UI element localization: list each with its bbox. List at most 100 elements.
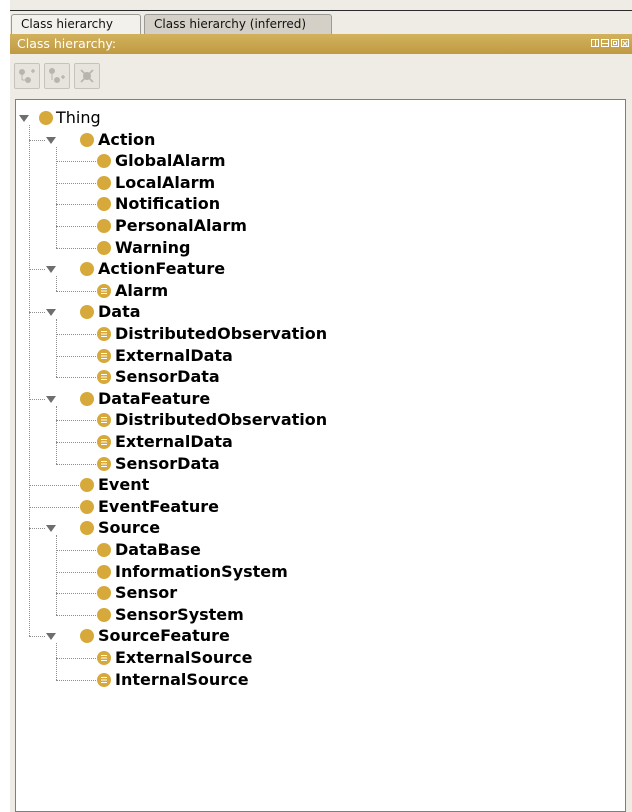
class-icon <box>39 111 53 125</box>
class-icon <box>80 391 94 406</box>
tree-node-sensordata[interactable]: SensorData <box>16 367 616 387</box>
class-label: SensorData <box>115 453 220 473</box>
class-label: SensorSystem <box>115 604 244 624</box>
tree-node-externaldata[interactable]: ExternalData <box>16 346 616 366</box>
class-icon <box>80 132 94 147</box>
defined-class-icon <box>97 456 111 471</box>
expand-toggle-icon[interactable] <box>46 395 56 403</box>
class-label: PersonalAlarm <box>115 216 247 235</box>
tree-node-root[interactable]: Thing <box>16 108 616 128</box>
panel-title-bar: Class hierarchy: <box>10 34 632 54</box>
maximize-icon[interactable] <box>611 39 619 47</box>
class-icon <box>97 543 111 557</box>
defined-class-icon <box>97 327 111 341</box>
tab-class-hierarchy[interactable]: Class hierarchy <box>11 14 141 34</box>
add-subclass-button[interactable] <box>14 63 40 89</box>
class-label: InformationSystem <box>115 561 288 581</box>
tree-node-distributedobservation[interactable]: DistributedObservation <box>16 324 616 344</box>
defined-class-icon <box>97 370 111 385</box>
delete-class-button[interactable] <box>74 63 100 89</box>
class-label: SourceFeature <box>98 626 230 646</box>
tree-node-localalarm[interactable]: LocalAlarm <box>16 173 616 193</box>
class-icon <box>97 607 111 622</box>
delete-class-icon <box>80 69 94 83</box>
class-label: DistributedObservation <box>115 410 328 430</box>
class-label: ExternalData <box>115 432 233 451</box>
tree-node-datafeature[interactable]: DataFeature <box>16 389 616 409</box>
tree-node-warning[interactable]: Warning <box>16 238 616 258</box>
add-sibling-button[interactable] <box>44 63 70 89</box>
tree-node-externaldata[interactable]: ExternalData <box>16 432 616 452</box>
tree-node-source[interactable]: Source <box>16 518 616 538</box>
class-label: Event <box>98 475 150 495</box>
tree-node-alarm[interactable]: Alarm <box>16 281 616 301</box>
expand-toggle-icon[interactable] <box>19 115 29 122</box>
split-icon[interactable] <box>591 39 599 47</box>
class-label: InternalSource <box>115 669 249 689</box>
tree-connector <box>56 643 57 680</box>
class-label: DataFeature <box>98 388 211 408</box>
class-icon <box>97 219 111 233</box>
tree-node-database[interactable]: DataBase <box>16 540 616 560</box>
tree-connector <box>56 319 57 378</box>
class-icon <box>80 521 94 536</box>
class-label: Source <box>98 518 161 538</box>
tree-node-personalalarm[interactable]: PersonalAlarm <box>16 216 616 236</box>
class-icon <box>80 499 94 514</box>
expand-toggle-icon[interactable] <box>46 633 56 641</box>
tree-node-sensorsystem[interactable]: SensorSystem <box>16 605 616 625</box>
tree-connector <box>29 125 30 637</box>
defined-class-icon <box>97 435 111 449</box>
defined-class-icon <box>97 413 111 428</box>
add-subclass-icon <box>19 69 35 83</box>
class-icon <box>97 154 111 169</box>
tree-node-sourcefeature[interactable]: SourceFeature <box>16 626 616 646</box>
expand-toggle-icon[interactable] <box>46 136 56 144</box>
class-label: Alarm <box>115 280 169 300</box>
close-icon[interactable] <box>621 39 629 47</box>
window-buttons <box>591 39 629 47</box>
class-label: Sensor <box>115 583 178 603</box>
class-label: SensorData <box>115 367 220 387</box>
tree-node-internalsource[interactable]: InternalSource <box>16 670 616 690</box>
class-label: LocalAlarm <box>115 172 216 192</box>
tree-node-sensordata[interactable]: SensorData <box>16 454 616 474</box>
tree-node-distributedobservation[interactable]: DistributedObservation <box>16 410 616 430</box>
tree-node-informationsystem[interactable]: InformationSystem <box>16 562 616 582</box>
expand-toggle-icon[interactable] <box>46 309 56 317</box>
class-icon <box>80 629 94 644</box>
class-label: Data <box>98 302 141 322</box>
class-icon <box>80 305 94 320</box>
tree-connector <box>56 146 57 248</box>
tree-node-eventfeature[interactable]: EventFeature <box>16 497 616 517</box>
class-label: DataBase <box>115 540 201 559</box>
class-label: ActionFeature <box>98 259 226 279</box>
class-icon <box>97 197 111 212</box>
tree-node-event[interactable]: Event <box>16 475 616 495</box>
tree-node-notification[interactable]: Notification <box>16 194 616 214</box>
tree-node-globalalarm[interactable]: GlobalAlarm <box>16 151 616 171</box>
class-tree[interactable]: Thing Action GlobalAlarm LocalAlarm Notifica… <box>15 99 626 812</box>
defined-class-icon <box>97 651 111 665</box>
class-icon <box>97 564 111 579</box>
tree-node-actionfeature[interactable]: ActionFeature <box>16 259 616 279</box>
tree-node-action[interactable]: Action <box>16 130 616 150</box>
class-label: Warning <box>115 237 191 257</box>
class-label: Thing <box>56 108 101 127</box>
expand-toggle-icon[interactable] <box>46 525 56 533</box>
class-label: Notification <box>115 194 221 214</box>
defined-class-icon <box>97 672 111 687</box>
class-label: ExternalData <box>115 345 233 365</box>
class-icon <box>97 175 111 190</box>
expand-toggle-icon[interactable] <box>46 266 56 274</box>
tree-connector <box>56 405 57 464</box>
tree-node-externalsource[interactable]: ExternalSource <box>16 648 616 668</box>
add-sibling-icon <box>49 68 65 83</box>
minimize-icon[interactable] <box>601 39 609 47</box>
top-divider <box>10 10 632 11</box>
tab-class-hierarchy-inferred[interactable]: Class hierarchy (inferred) <box>144 14 332 34</box>
class-icon <box>80 262 94 277</box>
class-label: Action <box>98 129 156 149</box>
tree-node-sensor[interactable]: Sensor <box>16 583 616 603</box>
tree-node-data[interactable]: Data <box>16 302 616 322</box>
